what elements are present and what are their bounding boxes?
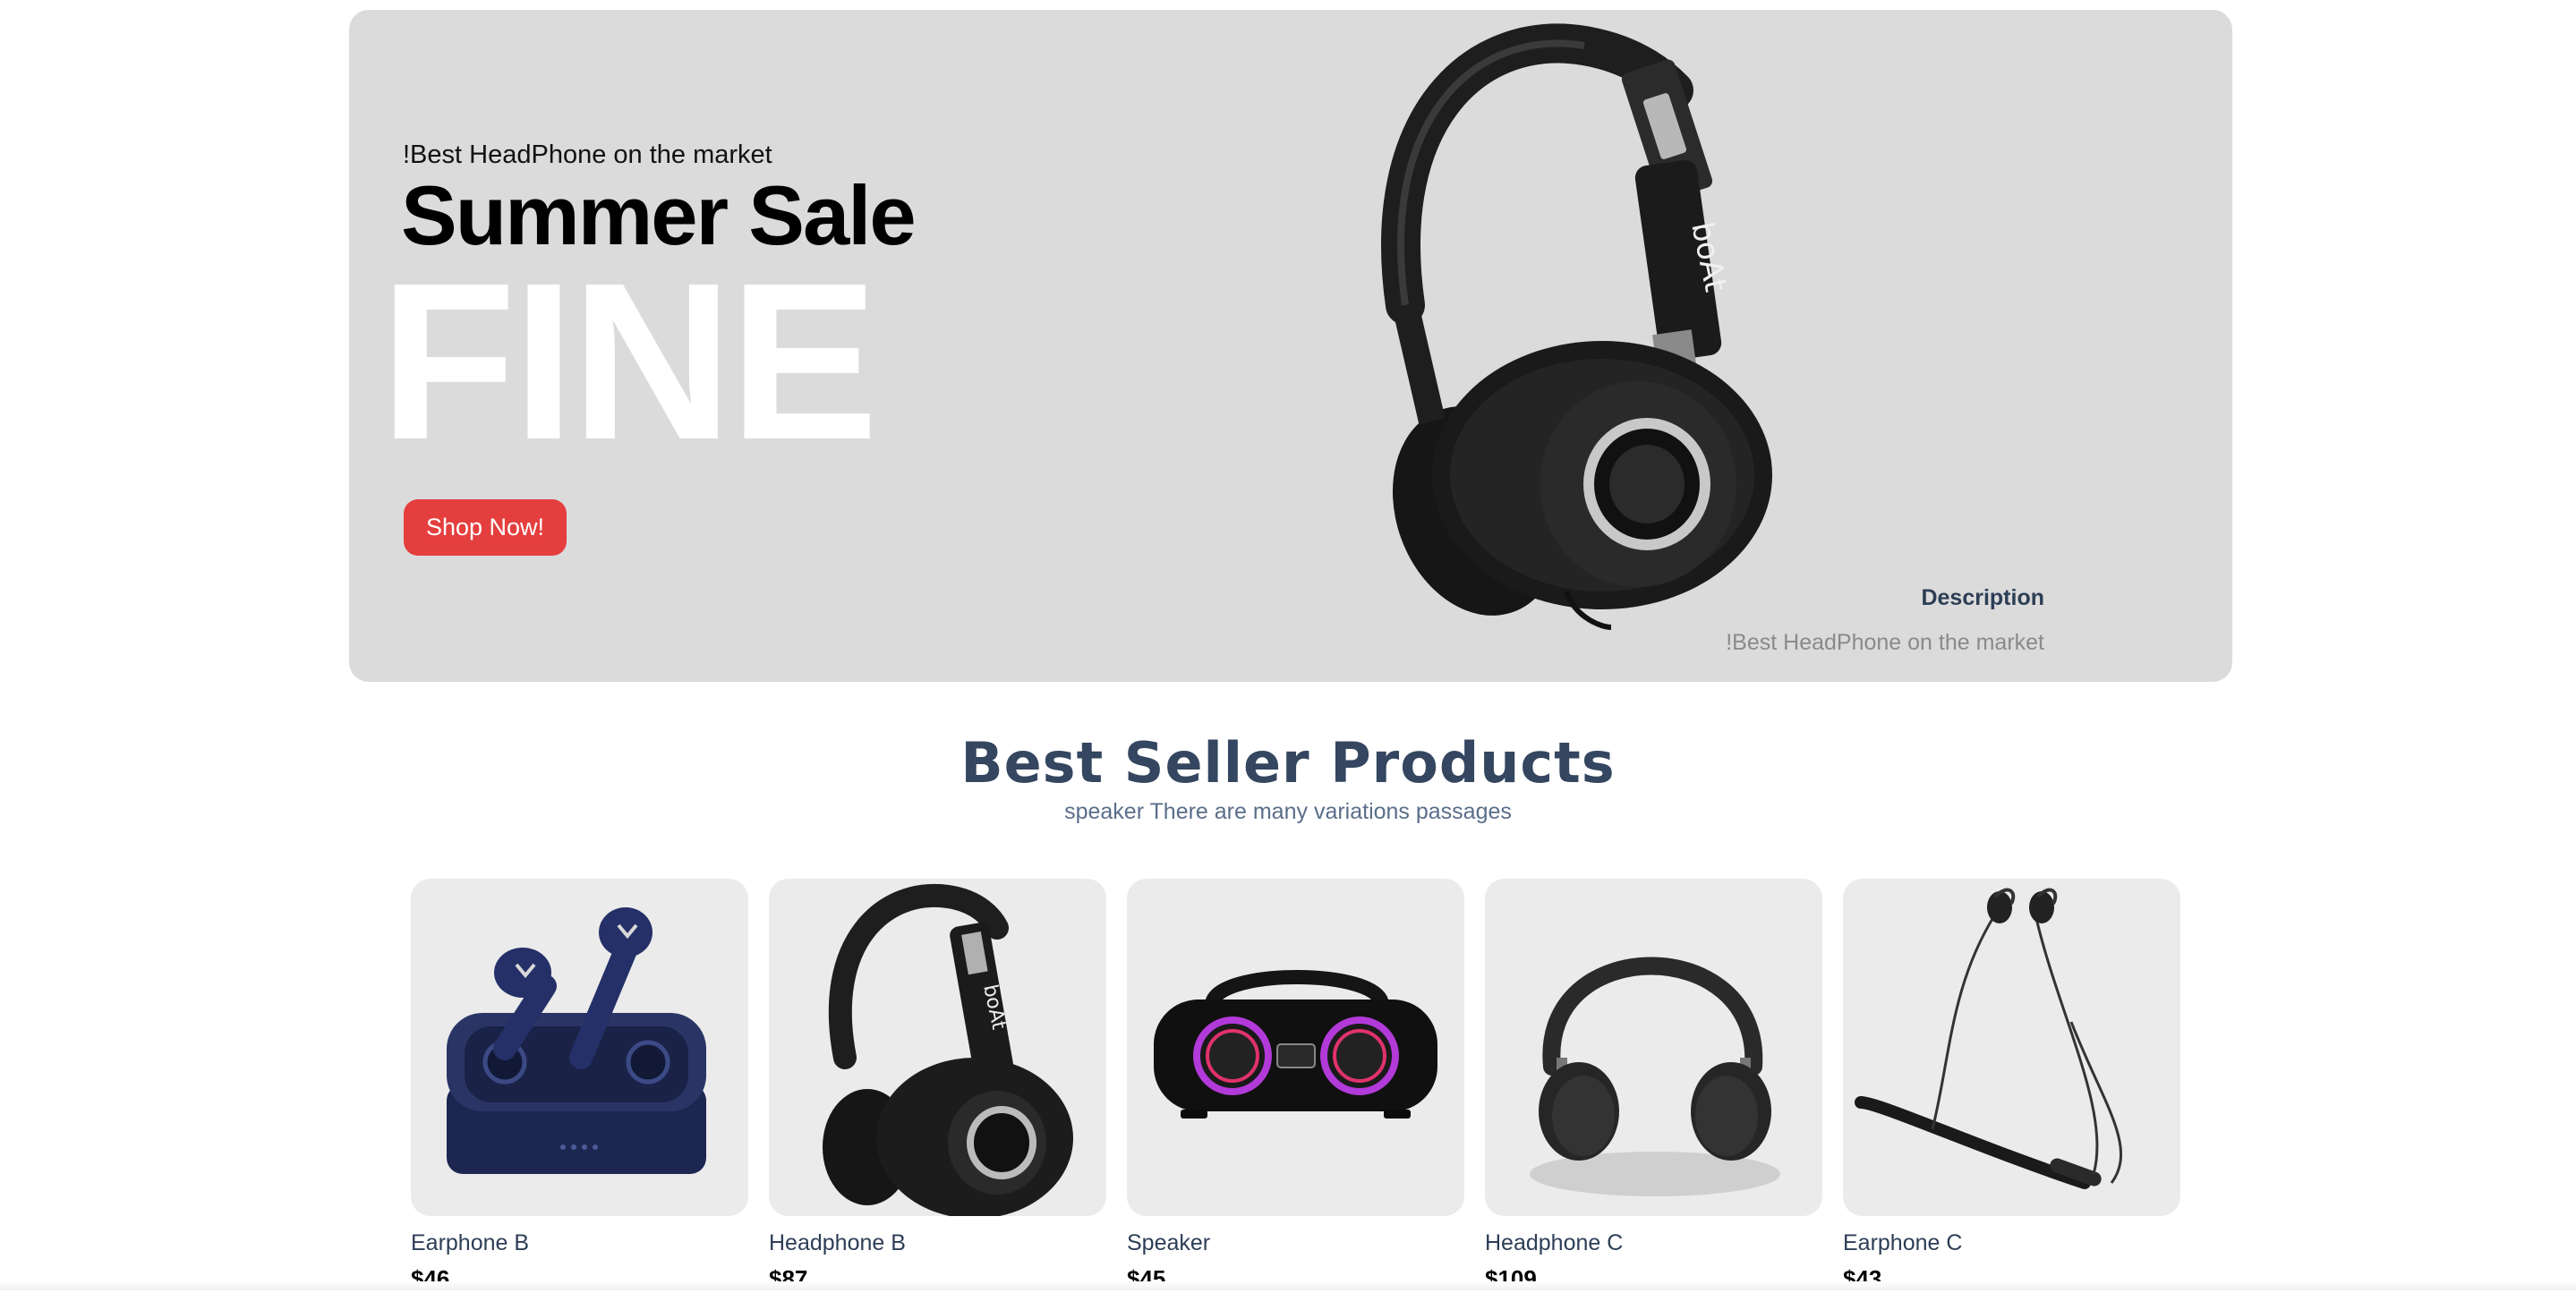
product-card-headphone-b[interactable]: boAt Headphone B $87 [769, 879, 1106, 1293]
hero-big-word: FINE [380, 236, 878, 486]
headphone-image [1530, 957, 1780, 1196]
product-name[interactable]: Earphone B [411, 1230, 748, 1256]
hero-banner: !Best HeadPhone on the market Summer Sal… [349, 10, 2232, 682]
product-card-earphone-b[interactable]: Earphone B $46 [411, 879, 748, 1293]
product-image-headphone[interactable] [1485, 879, 1822, 1216]
best-seller-title: Best Seller Products [960, 730, 1616, 795]
page-bottom-divider [0, 1281, 2576, 1290]
hero-kicker: !Best HeadPhone on the market [403, 140, 772, 169]
product-image-speaker[interactable] [1127, 879, 1464, 1216]
product-card-earphone-c[interactable]: Earphone C $43 [1843, 879, 2180, 1293]
product-card-headphone-c[interactable]: Headphone C $109 [1485, 879, 1822, 1293]
neckband-image [1855, 888, 2122, 1189]
product-name[interactable]: Headphone B [769, 1230, 1106, 1256]
hero-headphone-image: boAt [1381, 23, 1772, 630]
best-seller-subtitle: speaker There are many variations passag… [1064, 799, 1512, 824]
product-image-earbuds[interactable] [411, 879, 748, 1216]
description-text: !Best HeadPhone on the market [1726, 630, 2044, 655]
product-name[interactable]: Earphone C [1843, 1230, 2180, 1256]
earbuds-image [447, 907, 706, 1174]
product-card-speaker[interactable]: Speaker $45 [1127, 879, 1464, 1293]
speaker-image [1154, 970, 1437, 1119]
description-title: Description [1921, 585, 2044, 610]
product-image-neckband[interactable] [1843, 879, 2180, 1216]
product-name[interactable]: Speaker [1127, 1230, 1464, 1256]
product-image-headphone[interactable]: boAt [769, 879, 1106, 1216]
product-name[interactable]: Headphone C [1485, 1230, 1822, 1256]
shop-now-button[interactable]: Shop Now! [404, 499, 567, 556]
headphone-image: boAt [823, 883, 1073, 1216]
